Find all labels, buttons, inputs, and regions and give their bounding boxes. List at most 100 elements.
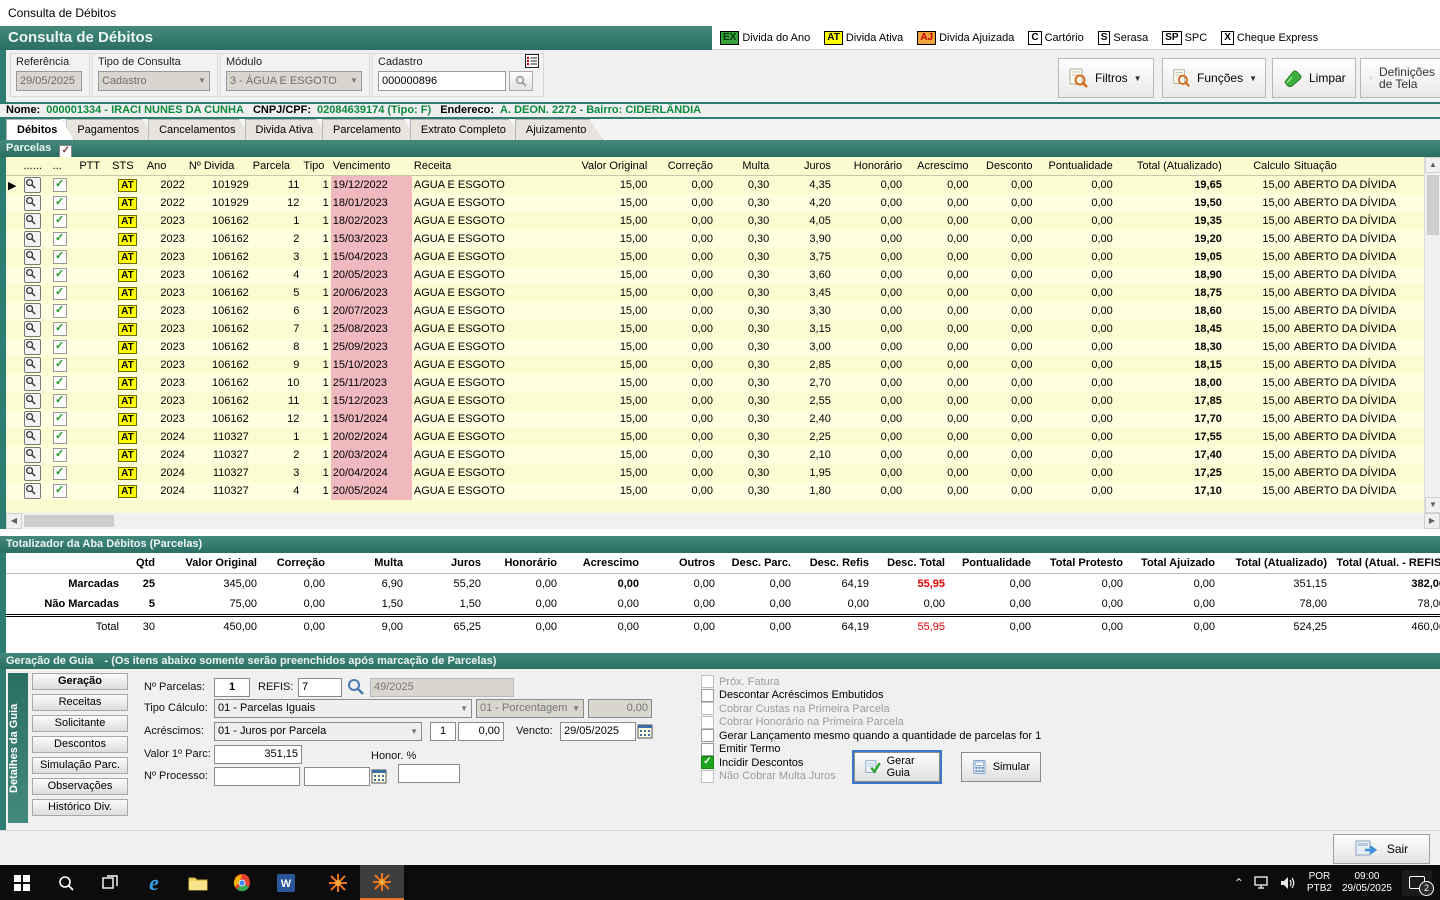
row-magnifier-button[interactable] <box>23 339 41 355</box>
row-checkbox[interactable]: ✓ <box>52 250 67 264</box>
modulo-select[interactable]: 3 - ÁGUA E ESGOTO ▼ <box>226 71 362 91</box>
guia-nav-histórico-div-[interactable]: Histórico Div. <box>32 799 128 816</box>
cadastro-search-button[interactable] <box>509 71 534 91</box>
table-row[interactable]: ✓ AT 2024 110327 3 1 20/04/2024 AGUA E ESGOTO 15… <box>6 464 1440 482</box>
tipo-consulta-select[interactable]: Cadastro ▼ <box>98 71 210 91</box>
task-view-button[interactable] <box>88 865 132 900</box>
row-checkbox[interactable]: ✓ <box>52 196 67 210</box>
guia-nav-observações[interactable]: Observações <box>32 778 128 795</box>
table-row[interactable]: ✓ AT 2023 106162 1 1 18/02/2023 AGUA E ESGOTO 15… <box>6 212 1440 230</box>
taskbar-search-button[interactable] <box>44 865 88 900</box>
scroll-down-arrow[interactable]: ▼ <box>1425 497 1440 513</box>
hscroll-thumb[interactable] <box>24 515 114 527</box>
row-checkbox[interactable]: ✓ <box>52 304 67 318</box>
row-magnifier-button[interactable] <box>23 177 41 193</box>
action-center-button[interactable]: 2 <box>1402 869 1434 896</box>
guia-nav-receitas[interactable]: Receitas <box>32 694 128 711</box>
definicoes-tela-button[interactable]: Definições de Tela <box>1360 58 1440 98</box>
grid-header[interactable]: Situação <box>1291 157 1440 176</box>
grid-header[interactable] <box>6 157 22 176</box>
acrescimo-qtd-input[interactable]: 1 <box>430 722 456 741</box>
sair-button[interactable]: Sair <box>1333 834 1430 864</box>
table-row[interactable]: ✓ AT 2024 110327 1 1 20/02/2024 AGUA E ESGOTO 15… <box>6 428 1440 446</box>
grid-header[interactable]: ...... <box>21 157 51 176</box>
row-magnifier-button[interactable] <box>23 213 41 229</box>
tab-ajuizamento[interactable]: Ajuizamento <box>515 119 604 140</box>
row-magnifier-button[interactable] <box>23 195 41 211</box>
limpar-button[interactable]: Limpar <box>1272 58 1356 98</box>
refis-input[interactable]: 7 <box>298 678 342 697</box>
honor-input[interactable] <box>398 764 460 783</box>
row-magnifier-button[interactable] <box>23 393 41 409</box>
volume-icon[interactable] <box>1280 876 1297 890</box>
grid-header[interactable]: Nº Divida <box>186 157 251 176</box>
grid-header[interactable]: Correção <box>649 157 715 176</box>
tipo-calculo-select[interactable]: 01 - Parcelas Iguais ▼ <box>214 699 472 718</box>
guia-nav-descontos[interactable]: Descontos <box>32 736 128 753</box>
row-checkbox[interactable]: ✓ <box>52 340 67 354</box>
guia-nav-simulação-parc-[interactable]: Simulação Parc. <box>32 757 128 774</box>
n-parcelas-input[interactable]: 1 <box>214 678 250 697</box>
valor1-input[interactable]: 351,15 <box>214 745 302 764</box>
table-row[interactable]: ✓ AT 2023 106162 8 1 25/09/2023 AGUA E ESGOTO 15… <box>6 338 1440 356</box>
row-checkbox[interactable]: ✓ <box>52 484 67 498</box>
tab-pagamentos[interactable]: Pagamentos <box>66 119 156 140</box>
checkbox[interactable] <box>701 742 714 756</box>
row-magnifier-button[interactable] <box>23 249 41 265</box>
grid-header[interactable]: Acrescimo <box>904 157 971 176</box>
row-checkbox[interactable]: ✓ <box>52 232 67 246</box>
table-row[interactable]: ✓ AT 2023 106162 10 1 25/11/2023 AGUA E ESGOTO 1… <box>6 374 1440 392</box>
grid-header[interactable]: Desconto <box>970 157 1035 176</box>
file-explorer-button[interactable] <box>176 865 220 900</box>
grid-header[interactable]: PTT <box>77 157 111 176</box>
table-row[interactable]: ✓ AT 2023 106162 5 1 20/06/2023 AGUA E ESGOTO 15… <box>6 284 1440 302</box>
grid-header[interactable]: ... <box>50 157 78 176</box>
row-magnifier-button[interactable] <box>23 303 41 319</box>
row-checkbox[interactable]: ✓ <box>52 430 67 444</box>
acrescimos-select[interactable]: 01 - Juros por Parcela ▼ <box>214 722 422 741</box>
grid-header[interactable]: Vencimento <box>330 157 412 176</box>
grid-header[interactable]: STS <box>110 157 145 176</box>
grid-header[interactable]: Valor Original <box>551 157 650 176</box>
gerar-guia-button[interactable]: Gerar Guia <box>852 750 942 784</box>
vscroll-thumb[interactable] <box>1427 175 1439 235</box>
table-row[interactable]: ✓ AT 2023 106162 12 1 15/01/2024 AGUA E ESGOTO 1… <box>6 410 1440 428</box>
grid-header[interactable]: Receita <box>411 157 552 176</box>
language-indicator[interactable]: POR PTB2 <box>1307 871 1332 895</box>
grid-header[interactable]: Total (Atualizado) <box>1114 157 1224 176</box>
row-checkbox[interactable]: ✓ <box>52 376 67 390</box>
cadastro-input[interactable] <box>378 71 506 91</box>
row-magnifier-button[interactable] <box>23 321 41 337</box>
guia-option[interactable]: Descontar Acréscimos Embutidos <box>701 688 1041 703</box>
start-button[interactable] <box>0 865 44 900</box>
row-checkbox[interactable]: ✓ <box>52 178 67 192</box>
horizontal-scrollbar[interactable]: ◀ ▶ <box>0 513 1440 529</box>
table-row[interactable]: ✓ AT 2024 110327 4 1 20/05/2024 AGUA E ESGOTO 15… <box>6 482 1440 500</box>
funcoes-button[interactable]: Funções ▼ <box>1162 58 1266 98</box>
grid-header[interactable]: Honorário <box>832 157 905 176</box>
checkbox[interactable] <box>701 675 714 689</box>
refis-search-button[interactable] <box>346 677 366 697</box>
grid-header[interactable]: Parcela <box>250 157 302 176</box>
tab-parcelamento[interactable]: Parcelamento <box>322 119 418 140</box>
scroll-right-arrow[interactable]: ▶ <box>1424 513 1440 529</box>
scroll-left-arrow[interactable]: ◀ <box>6 513 22 529</box>
row-magnifier-button[interactable] <box>23 231 41 247</box>
grid-header[interactable]: Juros <box>771 157 833 176</box>
row-checkbox[interactable]: ✓ <box>52 358 67 372</box>
row-checkbox[interactable]: ✓ <box>52 268 67 282</box>
list-icon[interactable] <box>525 54 539 68</box>
checked-checkbox[interactable]: ✓ <box>701 756 714 770</box>
table-row[interactable]: ✓ AT 2023 106162 7 1 25/08/2023 AGUA E ESGOTO 15… <box>6 320 1440 338</box>
network-icon[interactable] <box>1254 875 1270 890</box>
guia-option[interactable]: Cobrar Custas na Primeira Parcela <box>701 702 1041 716</box>
row-checkbox[interactable]: ✓ <box>52 286 67 300</box>
row-magnifier-button[interactable] <box>23 447 41 463</box>
row-checkbox[interactable]: ✓ <box>52 412 67 426</box>
vertical-scrollbar[interactable]: ▲ ▼ <box>1424 157 1440 513</box>
internet-explorer-button[interactable]: e <box>132 865 176 900</box>
row-magnifier-button[interactable] <box>23 285 41 301</box>
grid-header[interactable]: Multa <box>714 157 772 176</box>
acrescimo-valor-input[interactable]: 0,00 <box>458 722 504 741</box>
grid-header[interactable]: Pontualidade <box>1034 157 1115 176</box>
